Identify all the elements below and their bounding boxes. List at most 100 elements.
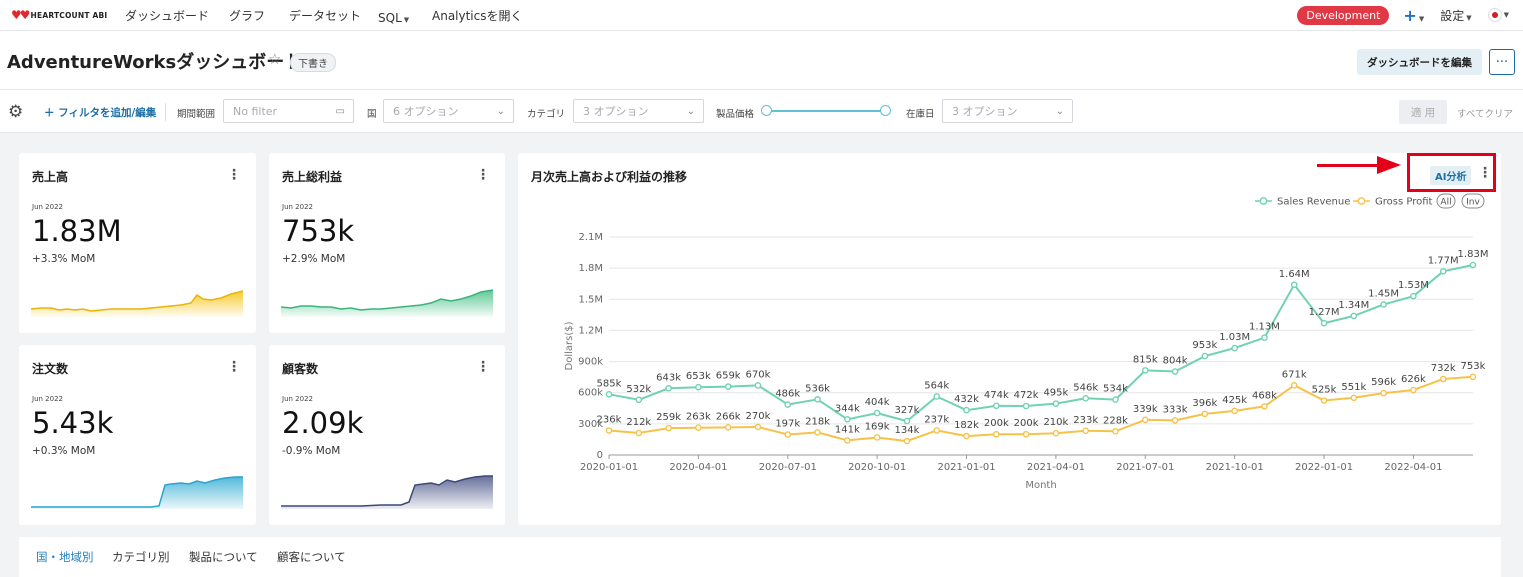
caret-down-icon: ▼ <box>403 16 410 24</box>
data-point <box>1380 301 1387 308</box>
category-select[interactable]: 3 オプション ⌄ <box>573 99 704 123</box>
kebab-menu-icon[interactable]: ⋮ <box>476 167 490 183</box>
nav-graph[interactable]: グラフ <box>229 7 265 24</box>
sparkline-customers <box>281 475 493 509</box>
price-slider[interactable] <box>761 105 891 116</box>
slider-max-handle[interactable] <box>880 105 891 116</box>
kebab-menu-icon[interactable]: ⋮ <box>227 359 241 375</box>
section-tabs: 国・地域別 カテゴリ別 製品について 顧客について <box>19 537 1501 577</box>
add-filter-button[interactable]: ＋ フィルタを追加/編集 <box>44 105 156 120</box>
data-label: 396k <box>1192 398 1217 409</box>
data-point <box>933 393 941 400</box>
data-label: 218k <box>805 416 830 427</box>
kpi-value: 2.09k <box>282 406 364 440</box>
env-badge[interactable]: Development <box>1297 5 1390 25</box>
kpi-title: 売上高 <box>32 170 69 184</box>
caret-down-icon[interactable]: ▼ <box>1504 11 1509 19</box>
japan-flag-icon[interactable] <box>1487 8 1502 22</box>
data-label: 197k <box>775 419 800 430</box>
tab-products[interactable]: 製品について <box>189 549 258 565</box>
data-label: 266k <box>716 411 741 422</box>
kpi-mom: -0.9% MoM <box>282 445 341 457</box>
y-tick-label: 2.1M <box>578 232 603 243</box>
y-axis-label: Dollars($) <box>564 321 575 370</box>
nav-dataset[interactable]: データセット <box>289 7 361 24</box>
nav-sql-label: SQL <box>378 11 402 25</box>
data-label: 404k <box>865 397 890 408</box>
data-label: 472k <box>1014 390 1039 401</box>
kebab-menu-icon[interactable]: ⋮ <box>476 359 490 375</box>
data-point <box>1410 292 1417 300</box>
data-point <box>1141 367 1149 374</box>
tab-customers[interactable]: 顧客について <box>277 549 346 565</box>
tab-by-region[interactable]: 国・地域別 <box>36 549 94 565</box>
data-point <box>724 424 732 431</box>
data-label: 432k <box>954 394 979 405</box>
data-label: 532k <box>626 384 651 395</box>
tab-by-category[interactable]: カテゴリ別 <box>112 549 170 565</box>
data-label: 1.03M <box>1219 332 1250 343</box>
kpi-mom: +2.9% MoM <box>282 253 346 265</box>
data-point <box>754 423 762 431</box>
slider-min-handle[interactable] <box>761 105 772 116</box>
settings-menu[interactable]: 設定 ▼ <box>1440 7 1471 24</box>
plus-icon: ＋ <box>44 107 59 119</box>
data-point <box>635 429 643 437</box>
kpi-date: Jun 2022 <box>282 395 313 403</box>
data-point <box>963 406 970 414</box>
data-label: 659k <box>716 371 741 382</box>
data-point <box>1261 334 1268 341</box>
data-point <box>814 429 821 436</box>
x-tick-label: 2020-04-01 <box>669 462 727 473</box>
kpi-date: Jun 2022 <box>282 203 313 211</box>
sparkline-sales <box>31 290 243 317</box>
kpi-title: 注文数 <box>32 362 69 376</box>
data-label: 1.64M <box>1279 269 1310 280</box>
category-placeholder: 3 オプション <box>583 105 649 118</box>
data-point <box>1439 375 1447 383</box>
data-label: 732k <box>1431 363 1456 374</box>
plus-icon[interactable]: + ▼ <box>1403 6 1424 25</box>
x-tick-label: 2021-10-01 <box>1206 462 1264 473</box>
data-point <box>1171 368 1179 375</box>
period-input[interactable]: No filter ▭ <box>223 99 354 123</box>
data-label: 169k <box>865 421 890 432</box>
series-line-sales-revenue <box>608 264 1474 423</box>
data-point <box>1439 267 1447 275</box>
title-bar: AdventureWorksダッシュボート ☆ 下書き ダッシュボードを編集 ·… <box>0 31 1523 90</box>
kebab-menu-icon[interactable]: ⋮ <box>227 167 241 183</box>
page-title: AdventureWorksダッシュボート <box>7 52 303 73</box>
kpi-value: 1.83M <box>32 214 122 248</box>
more-options-button[interactable]: ··· <box>1489 49 1515 75</box>
nav-sql[interactable]: SQL ▼ <box>378 7 409 26</box>
data-point <box>1052 429 1060 437</box>
data-label: 327k <box>894 405 919 416</box>
data-point <box>1350 312 1358 320</box>
clear-all-button[interactable]: すべてクリア <box>1457 106 1513 120</box>
star-icon[interactable]: ☆ <box>268 50 281 68</box>
x-tick-label: 2021-01-01 <box>937 462 995 473</box>
edit-dashboard-button[interactable]: ダッシュボードを編集 <box>1357 49 1482 75</box>
apply-button[interactable]: 適 用 <box>1399 100 1447 124</box>
period-label: 期間範囲 <box>177 109 216 120</box>
data-point <box>1261 403 1268 410</box>
gear-icon[interactable]: ⚙ <box>8 102 23 122</box>
data-point <box>1290 382 1298 389</box>
divider <box>165 103 166 121</box>
data-point <box>844 415 851 423</box>
nav-analytics[interactable]: Analyticsを開く <box>432 7 523 24</box>
data-label: 525k <box>1312 385 1337 396</box>
kpi-card-customers: 顧客数 ⋮ Jun 2022 2.09k -0.9% MoM <box>269 345 505 525</box>
x-tick-label: 2022-04-01 <box>1384 462 1442 473</box>
data-label: 953k <box>1192 340 1217 351</box>
kpi-date: Jun 2022 <box>32 203 63 211</box>
country-select[interactable]: 6 オプション ⌄ <box>383 99 514 123</box>
data-point <box>1320 319 1328 327</box>
stock-select[interactable]: 3 オプション ⌄ <box>942 99 1073 123</box>
logo[interactable]: ♥♥ HEARTCOUNT ABI <box>11 8 111 22</box>
data-label: 263k <box>686 412 711 423</box>
legend-label: Sales Revenue <box>1277 197 1350 208</box>
data-label: 233k <box>1073 415 1098 426</box>
nav-dashboard[interactable]: ダッシュボード <box>125 7 209 24</box>
y-tick-label: 1.5M <box>578 294 603 305</box>
